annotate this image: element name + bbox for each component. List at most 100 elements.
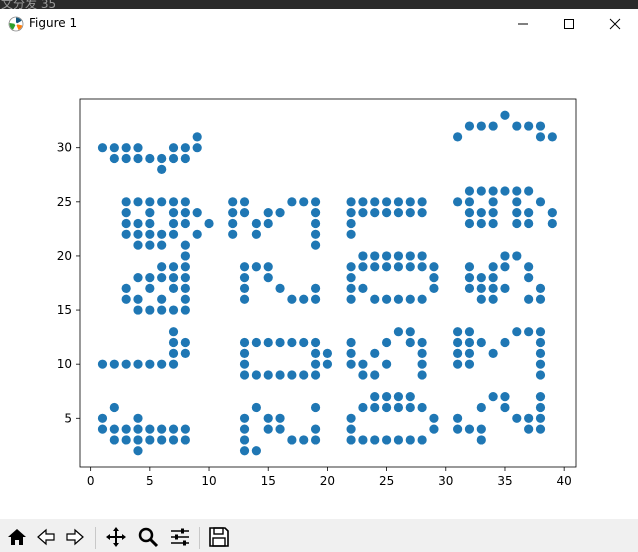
scatter-point [464,121,475,131]
scatter-point [393,208,404,218]
scatter-point [180,197,190,207]
scatter-point [157,272,167,283]
scatter-point [370,348,380,358]
scatter-point [488,218,498,229]
taskbar-strip: 文分发 35 [0,0,638,9]
scatter-point [239,337,250,348]
scatter-point [109,402,119,413]
scatter-point [382,208,392,218]
save-icon [209,527,229,547]
scatter-point [192,132,202,142]
scatter-point [121,197,131,207]
scatter-point [346,262,356,272]
scatter-point [453,413,463,423]
scatter-point [239,435,250,445]
scatter-point [310,424,321,434]
scatter-point [476,435,486,445]
scatter-point [405,402,415,413]
scatter-point [393,402,404,413]
scatter-point [476,337,486,348]
scatter-point [299,337,309,348]
back-button[interactable] [33,525,59,551]
minimize-button[interactable] [500,9,546,39]
forward-button[interactable] [62,525,88,551]
scatter-point [310,348,321,358]
scatter-point [346,359,356,369]
scatter-point [133,229,143,239]
scatter-point [287,337,297,348]
scatter-point [287,370,297,380]
scatter-point [192,229,202,239]
scatter-point [476,402,486,413]
scatter-point [535,392,546,402]
scatter-point [370,262,380,272]
scatter-point [524,424,534,434]
scatter-point [512,121,522,131]
back-icon [37,528,55,546]
scatter-point [121,153,131,164]
scatter-point [145,283,155,294]
scatter-point [168,359,179,369]
scatter-point [145,435,155,445]
scatter-point [287,197,297,207]
scatter-point [97,359,108,369]
scatter-point [405,327,415,337]
scatter-point [322,359,333,369]
scatter-point [535,370,546,380]
scatter-point [180,262,190,272]
scatter-point [382,251,392,261]
close-button[interactable] [592,9,638,39]
scatter-point [239,197,250,207]
scatter-point [275,370,285,380]
scatter-point [310,370,321,380]
scatter-point [251,229,261,239]
scatter-point [512,413,522,423]
scatter-point [168,283,179,294]
scatter-point [263,413,273,423]
maximize-button[interactable] [546,9,592,39]
scatter-point [121,424,131,434]
scatter-point [453,327,463,337]
scatter-point [524,186,534,196]
scatter-point [524,218,534,229]
scatter-point [310,240,321,250]
scatter-point [275,208,285,218]
scatter-point [488,283,498,294]
scatter-point [310,197,321,207]
scatter-point [547,132,557,142]
scatter-point [500,110,510,120]
scatter-point [358,251,368,261]
home-button[interactable] [4,525,30,551]
scatter-point [382,392,392,402]
scatter-point [145,229,155,239]
scatter-point [358,262,368,272]
scatter-point [346,218,356,229]
scatter-point [405,251,415,261]
save-button[interactable] [206,525,232,551]
scatter-point [453,132,463,142]
axes-frame [79,98,577,468]
scatter-point [405,208,415,218]
scatter-point [180,251,190,261]
scatter-point [192,143,202,153]
scatter-point [263,370,273,380]
scatter-point [429,272,439,283]
scatter-point [263,262,273,272]
zoom-button[interactable] [135,525,161,551]
scatter-point [180,294,190,304]
maximize-icon [564,19,574,29]
scatter-point [535,121,546,131]
scatter-point [287,294,297,304]
scatter-point [370,435,380,445]
scatter-point [417,348,427,358]
pan-button[interactable] [103,525,129,551]
y-axis: 5 10 15 20 25 30 [57,141,80,425]
scatter-point [180,240,190,250]
scatter-point [157,229,167,239]
scatter-point [417,402,427,413]
scatter-point [133,305,143,315]
scatter-point [145,305,155,315]
scatter-point [417,208,427,218]
configure-subplots-button[interactable] [167,525,193,551]
scatter-point [109,424,119,434]
